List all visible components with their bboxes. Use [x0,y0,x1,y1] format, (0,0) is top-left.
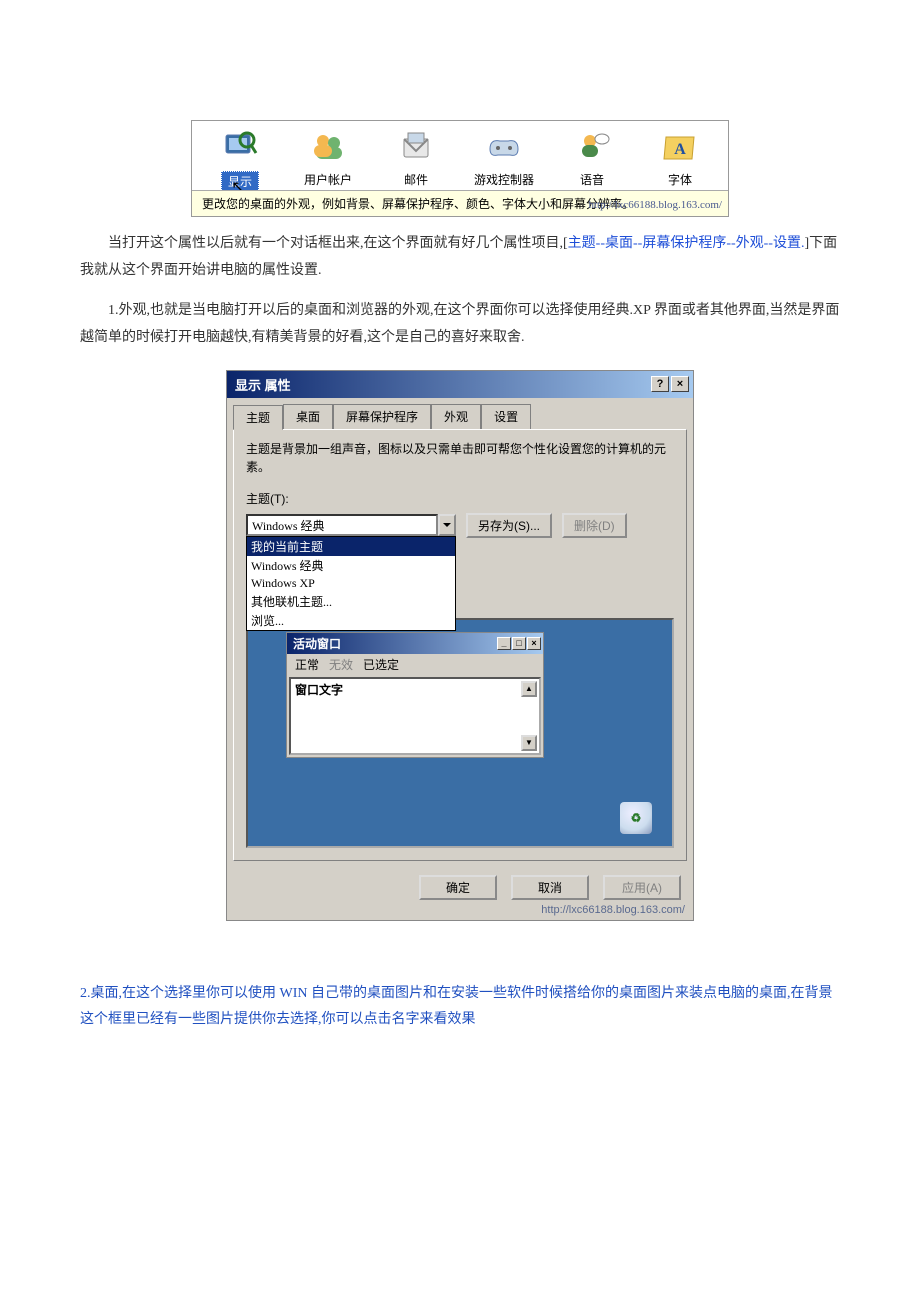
ok-button[interactable]: 确定 [419,875,497,900]
preview-window-title: 活动窗口 [293,635,341,652]
dialog-panel: 主题是背景加一组声音，图标以及只需单击即可帮您个性化设置您的计算机的元素。 主题… [233,429,687,861]
theme-combo[interactable]: Windows 经典 我的当前主题 Windows 经典 Windows XP … [246,514,456,536]
dropdown-item[interactable]: 浏览... [247,611,455,630]
scroll-up-icon: ▲ [521,681,537,697]
paragraph-section2: 2.桌面,在这个选择里你可以使用 WIN 自己带的桌面图片和在安装一些软件时候搭… [80,981,840,1034]
tooltip-url: http://lxc66188.blog.163.com/ [588,197,722,215]
cpl-item-game[interactable]: 游戏控制器 [461,129,547,188]
display-properties-dialog: 显示 属性 ? × 主题 桌面 屏幕保护程序 外观 设置 主题是背景加一组声音，… [226,370,694,921]
cpl-label-speech: 语音 [580,171,604,188]
dialog-tabs: 主题 桌面 屏幕保护程序 外观 设置 [227,398,693,429]
preview-active-window: 活动窗口 _ □ × 正常 无效 已选定 窗口文字 [286,632,544,758]
mail-icon [398,129,434,165]
dropdown-item[interactable]: 其他联机主题... [247,592,455,611]
cpl-item-speech[interactable]: 语音 [549,129,635,188]
apply-button[interactable]: 应用(A) [603,875,681,900]
theme-dropdown-list: 我的当前主题 Windows 经典 Windows XP 其他联机主题... 浏… [246,536,456,631]
cpl-item-users[interactable]: 用户帐户 [285,129,371,188]
svg-text:A: A [674,141,686,158]
combo-dropdown-button[interactable] [438,514,456,536]
close-button[interactable]: × [671,376,689,392]
theme-preview: 活动窗口 _ □ × 正常 无效 已选定 窗口文字 [246,618,674,848]
display-icon [222,129,258,165]
dialog-titlebar[interactable]: 显示 属性 ? × [227,371,693,398]
theme-description: 主题是背景加一组声音，图标以及只需单击即可帮您个性化设置您的计算机的元素。 [246,440,674,476]
min-icon: _ [497,637,511,650]
fonts-icon: A [662,129,698,165]
theme-combo-value[interactable]: Windows 经典 [246,514,438,536]
tab-settings[interactable]: 设置 [481,404,531,429]
tab-theme[interactable]: 主题 [233,405,283,430]
close-icon: × [527,637,541,650]
dialog-url: http://lxc66188.blog.163.com/ [227,904,693,920]
max-icon: □ [512,637,526,650]
cpl-item-fonts[interactable]: A 字体 [637,129,723,188]
tab-desktop[interactable]: 桌面 [283,404,333,429]
dropdown-item[interactable]: 我的当前主题 [247,537,455,556]
save-as-button[interactable]: 另存为(S)... [466,513,552,538]
control-panel-strip: 显示 ↖ 用户帐户 邮件 游戏控制器 [191,120,729,217]
cpl-label-mail: 邮件 [404,171,428,188]
delete-button[interactable]: 删除(D) [562,513,627,538]
scroll-down-icon: ▼ [521,735,537,751]
game-controller-icon [486,129,522,165]
speech-icon [574,129,610,165]
theme-label: 主题(T): [246,490,674,507]
dialog-title: 显示 属性 [235,375,291,394]
preview-menu: 正常 无效 已选定 [287,654,543,675]
help-button[interactable]: ? [651,376,669,392]
dropdown-item[interactable]: Windows XP [247,575,455,592]
cpl-label-game: 游戏控制器 [474,171,534,188]
control-panel-tooltip: 更改您的桌面的外观，例如背景、屏幕保护程序、颜色、字体大小和屏幕分辨率。 htt… [192,190,728,216]
cpl-item-display[interactable]: 显示 ↖ [197,129,283,188]
cancel-button[interactable]: 取消 [511,875,589,900]
preview-scrollbar: ▲ ▼ [521,681,537,751]
tooltip-text: 更改您的桌面的外观，例如背景、屏幕保护程序、颜色、字体大小和屏幕分辨率。 [202,197,634,211]
cpl-label-users: 用户帐户 [304,171,352,188]
cpl-item-mail[interactable]: 邮件 [373,129,459,188]
tab-screensaver[interactable]: 屏幕保护程序 [333,404,431,429]
dialog-buttons: 确定 取消 应用(A) [227,867,693,904]
control-panel-icons: 显示 ↖ 用户帐户 邮件 游戏控制器 [192,121,728,190]
paragraph-section1: 1.外观,也就是当电脑打开以后的桌面和浏览器的外观,在这个界面你可以选择使用经典… [80,298,840,351]
paragraph-intro: 当打开这个属性以后就有一个对话框出来,在这个界面就有好几个属性项目,[主题--桌… [80,231,840,284]
tab-appearance[interactable]: 外观 [431,404,481,429]
chevron-down-icon [443,521,451,529]
recycle-bin-icon: ♻ [620,802,652,834]
users-icon [310,129,346,165]
preview-window-body: 窗口文字 ▲ ▼ [289,677,541,755]
cpl-label-fonts: 字体 [668,171,692,188]
dropdown-item[interactable]: Windows 经典 [247,556,455,575]
